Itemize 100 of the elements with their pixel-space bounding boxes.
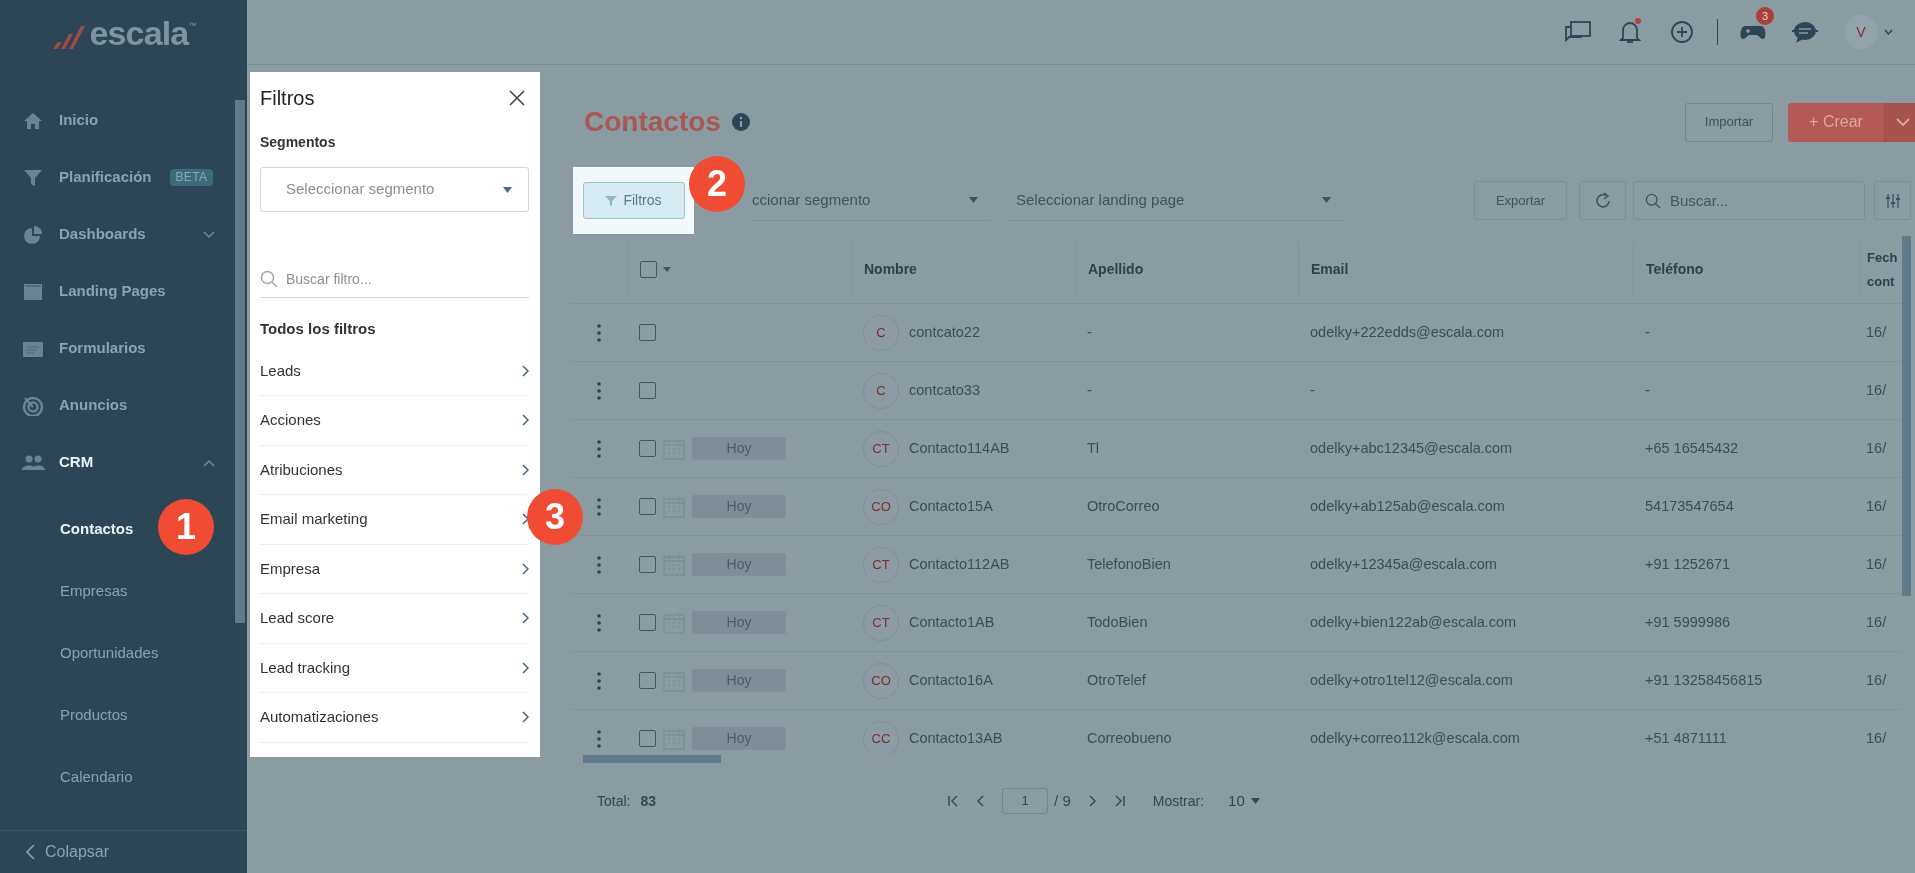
table-cell-text: Contacto16A (909, 670, 993, 690)
table-cell: OtroTelef (1087, 671, 1146, 688)
table-cell: 16/ (1866, 555, 1887, 572)
page-input[interactable]: 1 (1002, 788, 1049, 814)
segment-select[interactable]: ccionar segmento (750, 180, 990, 221)
chevron-down-icon (203, 230, 215, 239)
row-checkbox[interactable] (639, 614, 656, 631)
table-cell: 54173547654 (1645, 497, 1734, 514)
table-cell-text: contcato33 (909, 380, 980, 400)
landing-page-select[interactable]: Seleccionar landing page (1008, 180, 1343, 221)
filter-category[interactable]: Leads (260, 346, 529, 396)
sidebar-subitem[interactable]: Empresas (60, 579, 128, 603)
table-cell: odelky+correo112k@escala.com (1310, 729, 1520, 746)
sidebar-item[interactable]: Landing Pages (0, 263, 233, 320)
sidebar-item[interactable]: Inicio (0, 92, 233, 149)
total-label: Total: (597, 791, 631, 811)
avatar: CO (863, 662, 899, 699)
sidebar-subitem[interactable]: Calendario (60, 765, 133, 789)
sidebar-item[interactable]: Anuncios (0, 377, 233, 434)
refresh-button[interactable] (1579, 181, 1626, 220)
caret-down-icon (1250, 798, 1260, 804)
create-button[interactable]: + Crear (1788, 102, 1884, 142)
target-icon (22, 395, 45, 416)
avatar: V (1844, 15, 1878, 49)
table-cell: +91 5999986 (1645, 613, 1731, 630)
table-cell: 16/ (1866, 439, 1887, 456)
close-button[interactable] (508, 88, 528, 108)
column-header[interactable]: Fech cont (1867, 245, 1901, 294)
table-cell-text: Contacto13AB (909, 728, 1003, 748)
caret-down-icon (1322, 197, 1331, 203)
chevron-right-icon (522, 612, 529, 625)
table-cell: 16/ (1866, 323, 1887, 340)
table-cell-text: Contacto1AB (909, 612, 995, 632)
row-checkbox[interactable] (639, 556, 656, 573)
filter-category[interactable]: Lead score (260, 594, 529, 644)
select-all-checkbox[interactable] (640, 261, 657, 278)
import-button[interactable]: Importar (1685, 102, 1773, 142)
table-cell: - (1087, 381, 1092, 398)
filter-category[interactable]: Email marketing (260, 495, 529, 545)
panel-title: Filtros (260, 86, 315, 111)
info-icon (730, 112, 751, 132)
column-header[interactable]: Apellido (1088, 259, 1144, 280)
sidebar-subitem[interactable]: Contactos (60, 517, 134, 541)
row-checkbox[interactable] (639, 498, 656, 515)
search-icon (260, 270, 278, 288)
sidebar-item[interactable]: Formularios (0, 320, 233, 377)
table-cell: odelky+abc12345@escala.com (1310, 439, 1513, 456)
vertical-scrollbar[interactable] (1902, 236, 1911, 596)
column-header[interactable]: Teléfono (1646, 259, 1704, 280)
table-cell: odelky+ab125ab@escala.com (1310, 497, 1505, 514)
search-field[interactable]: Buscar... (1633, 181, 1865, 220)
more-vertical-icon (597, 381, 601, 400)
section-label: Segmentos (260, 133, 337, 152)
sidebar-item[interactable]: Dashboards (0, 206, 233, 263)
user-menu[interactable]: V (1844, 15, 1893, 49)
filter-category[interactable]: Automatizaciones (260, 693, 529, 743)
filter-category[interactable]: Lead tracking (260, 643, 529, 693)
row-checkbox[interactable] (639, 382, 656, 399)
page-count: / 9 (1054, 790, 1071, 811)
chevron-right-icon (522, 562, 529, 575)
table-cell: 16/ (1866, 497, 1887, 514)
more-vertical-icon (597, 729, 601, 748)
chevron-right-icon (522, 463, 529, 476)
filter-category[interactable]: Empresa (260, 544, 529, 594)
page-size-select[interactable]: 10 (1228, 789, 1260, 813)
funnel-icon (605, 194, 618, 207)
chevron-left-icon (26, 844, 35, 860)
vertical-scrollbar[interactable] (235, 100, 245, 623)
table-cell: odelky+12345a@escala.com (1310, 555, 1497, 572)
sidebar-subitem[interactable]: Productos (60, 703, 128, 727)
column-header[interactable]: Nombre (864, 259, 917, 280)
row-checkbox[interactable] (639, 440, 656, 457)
column-settings-button[interactable] (1874, 181, 1911, 220)
sidebar-item[interactable]: Planificación BETA (0, 149, 233, 206)
segment-select[interactable]: Seleccionar segmento (260, 167, 529, 212)
horizontal-scrollbar[interactable] (583, 755, 721, 763)
create-options-button[interactable] (1884, 102, 1915, 142)
filters-button[interactable]: Filtros (582, 182, 685, 219)
collapse-button[interactable]: Colapsar (26, 840, 110, 864)
row-checkbox[interactable] (639, 672, 656, 689)
filter-category[interactable]: Acciones (260, 396, 529, 446)
caret-down-icon (663, 267, 671, 272)
row-checkbox[interactable] (639, 730, 656, 747)
row-checkbox[interactable] (639, 324, 656, 341)
filter-search-field[interactable]: Buscar filtro... (260, 260, 529, 298)
more-vertical-icon (597, 439, 601, 458)
bell-icon (1619, 20, 1641, 44)
avatar: C (863, 372, 899, 409)
gamepad-icon (1739, 23, 1767, 41)
chevron-up-icon (203, 458, 215, 467)
column-header[interactable]: Email (1311, 259, 1349, 280)
filter-category[interactable]: Atribuciones (260, 445, 529, 495)
avatar: C (863, 314, 899, 351)
sidebar-item[interactable]: CRM (0, 434, 233, 491)
sidebar-subitem[interactable]: Oportunidades (60, 641, 159, 665)
notification-badge: 3 (1756, 7, 1774, 25)
table-cell: odelky+otro1tel12@escala.com (1310, 671, 1513, 688)
export-button[interactable]: Exportar (1474, 181, 1567, 220)
table-cell: - (1645, 381, 1650, 398)
pie-chart-icon (22, 224, 45, 245)
